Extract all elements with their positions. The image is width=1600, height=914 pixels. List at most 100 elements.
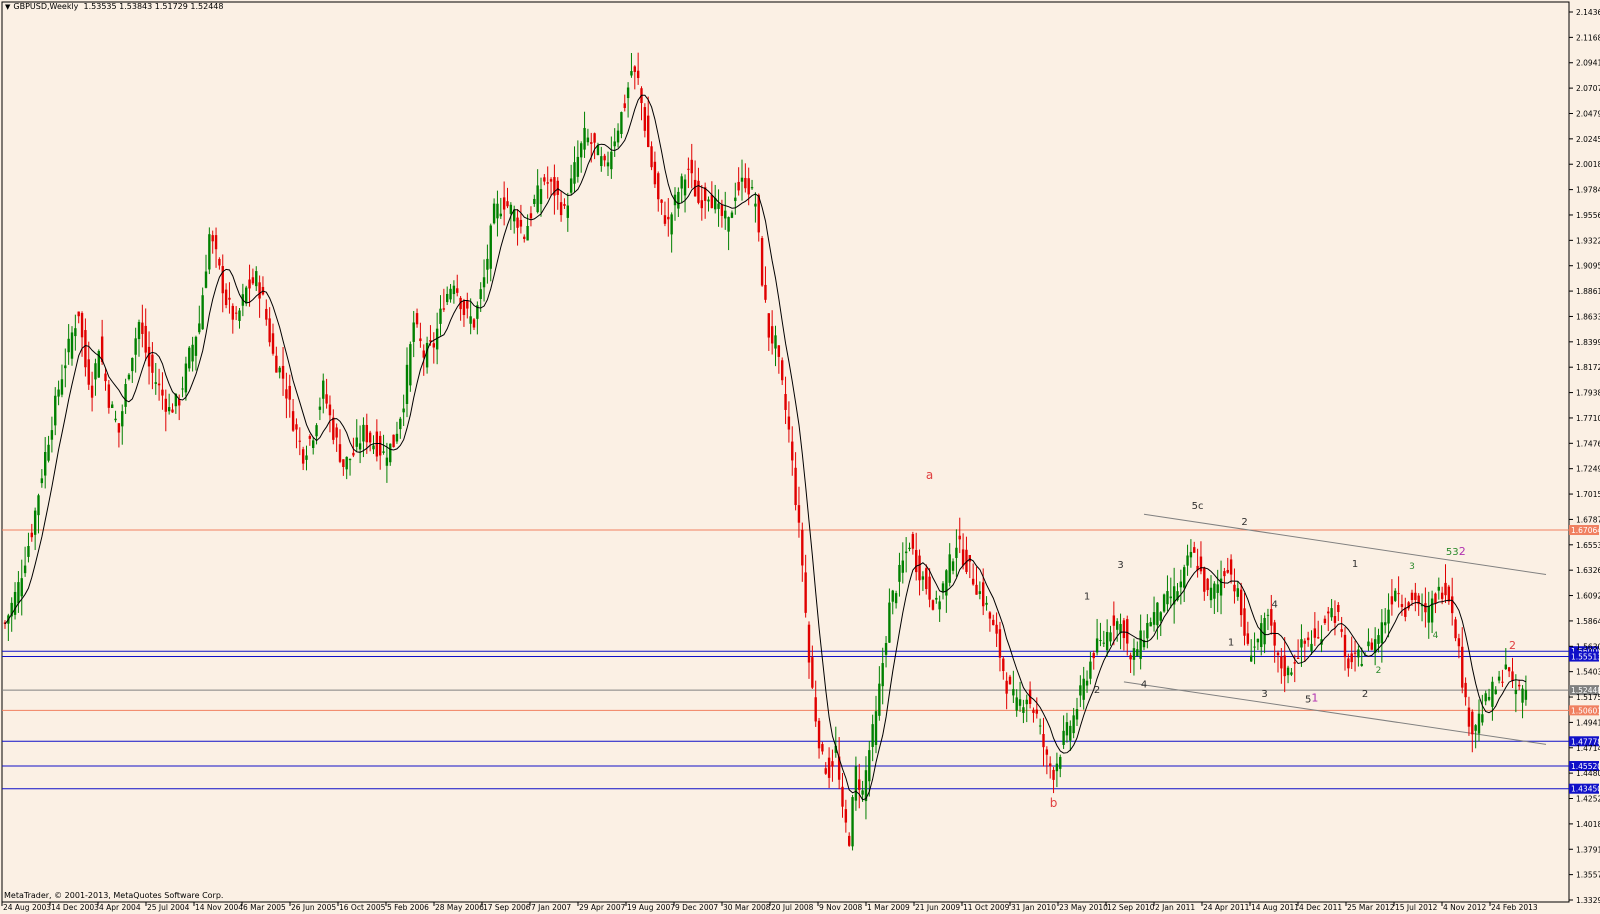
trendline-0 bbox=[1143, 513, 1547, 576]
candle-body bbox=[526, 225, 529, 241]
candle bbox=[660, 199, 663, 215]
candle-body bbox=[908, 547, 911, 550]
candle-body bbox=[928, 576, 931, 600]
candle-body bbox=[663, 215, 667, 224]
wave-label-18: 2 bbox=[1459, 545, 1466, 558]
candle-body bbox=[901, 560, 904, 573]
candle-body bbox=[804, 572, 807, 613]
candle bbox=[1430, 590, 1434, 634]
candle-body bbox=[312, 440, 315, 449]
candle-body bbox=[1122, 620, 1126, 639]
candle-body bbox=[1370, 642, 1373, 650]
candle-body bbox=[546, 182, 549, 184]
candle-body bbox=[1511, 671, 1514, 682]
candle bbox=[456, 274, 459, 297]
candle bbox=[1028, 681, 1032, 709]
ohlc-values: 1.53535 1.53843 1.51729 1.52448 bbox=[83, 2, 224, 11]
candle bbox=[878, 666, 881, 721]
candle bbox=[921, 571, 925, 592]
candle-body bbox=[878, 683, 881, 716]
candle-body bbox=[47, 444, 50, 461]
candle-body bbox=[1193, 547, 1196, 553]
candle-body bbox=[1116, 621, 1119, 630]
candle bbox=[734, 182, 737, 215]
candle bbox=[1132, 638, 1136, 676]
candle bbox=[620, 111, 623, 139]
candle bbox=[117, 423, 121, 448]
y-tick-label-15: 1.79380 bbox=[1576, 389, 1600, 398]
candle-body bbox=[536, 185, 539, 213]
candle bbox=[194, 335, 198, 371]
y-tick-label-8: 1.95565 bbox=[1576, 211, 1600, 220]
candle bbox=[563, 198, 566, 209]
candle bbox=[57, 380, 60, 406]
candle bbox=[623, 94, 626, 112]
candle-body bbox=[690, 159, 693, 174]
candle bbox=[1417, 593, 1420, 616]
candle bbox=[107, 379, 111, 414]
candle-body bbox=[191, 344, 194, 362]
level-tag-text-2: 1.55513 bbox=[1571, 653, 1600, 662]
candle bbox=[1501, 669, 1504, 688]
candle-body bbox=[405, 364, 409, 404]
candle-body bbox=[660, 199, 663, 203]
candle-body bbox=[1156, 602, 1159, 626]
candle-body bbox=[1494, 689, 1497, 695]
candle-body bbox=[17, 582, 20, 604]
candle bbox=[1136, 641, 1139, 657]
price-chart[interactable]: 1.670641.560001.555131.524481.506011.477… bbox=[0, 0, 1600, 914]
y-tick-label-10: 1.90950 bbox=[1576, 262, 1600, 271]
candle-body bbox=[1447, 586, 1451, 602]
candle bbox=[1049, 756, 1052, 779]
candle bbox=[754, 192, 757, 223]
candle bbox=[556, 177, 559, 210]
candle bbox=[1521, 685, 1524, 719]
candle bbox=[1189, 539, 1193, 568]
candle-body bbox=[740, 177, 744, 182]
candle bbox=[271, 323, 275, 356]
candle bbox=[1290, 668, 1293, 677]
wave-label-1: b bbox=[1050, 796, 1058, 810]
candle-body bbox=[1394, 590, 1397, 601]
y-tick-label-34: 1.35570 bbox=[1576, 871, 1600, 880]
candle-body bbox=[308, 436, 312, 439]
candle bbox=[335, 423, 338, 452]
candle bbox=[951, 558, 955, 575]
candle bbox=[784, 376, 787, 425]
candle-body bbox=[975, 584, 978, 595]
candle bbox=[1008, 674, 1012, 685]
candle-body bbox=[687, 168, 690, 170]
candle-body bbox=[727, 217, 730, 232]
wave-label-16: 4 bbox=[1433, 631, 1439, 641]
chart-header: ▼ GBPUSD,Weekly 1.53535 1.53843 1.51729 1… bbox=[5, 2, 223, 11]
candle-body bbox=[87, 359, 90, 385]
candle bbox=[774, 325, 777, 367]
candle bbox=[1300, 624, 1303, 667]
candle bbox=[663, 201, 667, 227]
candle-body bbox=[419, 338, 422, 342]
collapse-triangle-icon[interactable]: ▼ bbox=[5, 3, 10, 11]
candle bbox=[904, 537, 908, 573]
candle bbox=[854, 756, 858, 811]
candle bbox=[1206, 577, 1209, 597]
wave-label-8: 1 bbox=[1228, 638, 1234, 649]
candle-body bbox=[600, 156, 603, 167]
candle bbox=[1253, 632, 1256, 665]
candle bbox=[231, 303, 234, 334]
candle bbox=[1343, 627, 1347, 671]
candle bbox=[261, 276, 265, 296]
candle bbox=[1397, 576, 1400, 608]
candle-body bbox=[358, 443, 362, 450]
candle-body bbox=[1072, 715, 1075, 734]
candle-body bbox=[1095, 638, 1099, 653]
candle-body bbox=[392, 434, 395, 448]
x-tick-label-16: 20 Jul 2008 bbox=[771, 903, 814, 912]
y-tick-label-3: 2.07070 bbox=[1576, 84, 1600, 93]
candle bbox=[258, 275, 261, 318]
candle bbox=[1444, 564, 1447, 604]
candle bbox=[931, 599, 935, 611]
candle bbox=[1095, 618, 1099, 656]
candle-body bbox=[724, 210, 727, 219]
candle bbox=[144, 308, 147, 361]
candle bbox=[647, 96, 650, 148]
